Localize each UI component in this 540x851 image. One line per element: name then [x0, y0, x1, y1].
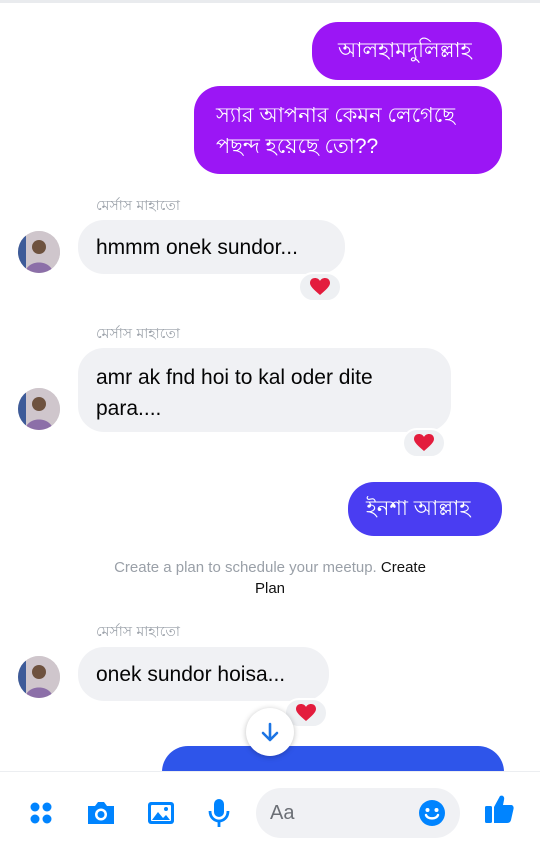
microphone-icon: [208, 799, 230, 827]
heart-icon: [296, 704, 316, 721]
avatar[interactable]: [18, 388, 60, 430]
message-incoming[interactable]: onek sundor hoisa...: [78, 647, 329, 701]
scroll-to-bottom-button[interactable]: [246, 708, 294, 756]
sender-name: মের্সাস মাহাতো: [96, 198, 180, 214]
arrow-down-icon: [261, 722, 279, 742]
message-text: ইনশা আল্লাহ: [366, 497, 471, 520]
image-icon: [148, 802, 174, 824]
camera-button[interactable]: [84, 796, 118, 830]
gallery-button[interactable]: [144, 796, 178, 830]
heart-icon: [414, 434, 434, 451]
message-text: স্যার আপনার কেমন লেগেছে: [216, 104, 455, 127]
camera-icon: [88, 802, 114, 824]
emoji-icon[interactable]: [418, 799, 446, 827]
message-text: onek sundor hoisa...: [96, 663, 286, 686]
composer-bar: [0, 771, 540, 851]
create-plan-link[interactable]: Plan: [0, 578, 540, 599]
message-outgoing[interactable]: ইনশা আল্লাহ: [348, 482, 502, 536]
reaction-badge[interactable]: [402, 428, 446, 458]
message-input[interactable]: [270, 800, 420, 826]
message-incoming[interactable]: amr ak fnd hoi to kal oder dite para....: [78, 348, 451, 432]
like-button[interactable]: [482, 792, 516, 826]
avatar[interactable]: [18, 656, 60, 698]
message-incoming[interactable]: hmmm onek sundor...: [78, 220, 345, 274]
message-text: পছন্দ হয়েছে তো??: [216, 135, 379, 158]
reaction-badge[interactable]: [298, 272, 342, 302]
sender-name: মের্সাস মাহাতো: [96, 326, 180, 342]
menu-icon: [30, 802, 52, 824]
voice-button[interactable]: [202, 796, 236, 830]
top-divider: [0, 0, 540, 3]
menu-button[interactable]: [24, 796, 58, 830]
message-text: hmmm onek sundor...: [96, 236, 298, 259]
plan-suggestion: Create a plan to schedule your meetup. C…: [0, 557, 540, 599]
create-plan-link[interactable]: Create: [381, 559, 426, 576]
message-text: para....: [96, 397, 162, 420]
like-icon: [485, 795, 514, 823]
message-text: আলহামদুলিল্লাহ: [338, 39, 472, 62]
message-text: amr ak fnd hoi to kal oder dite: [96, 366, 373, 389]
heart-icon: [310, 278, 330, 295]
message-input-wrapper[interactable]: [256, 788, 460, 838]
sender-name: মের্সাস মাহাতো: [96, 624, 180, 640]
message-outgoing[interactable]: স্যার আপনার কেমন লেগেছে পছন্দ হয়েছে তো?…: [194, 86, 502, 174]
avatar[interactable]: [18, 231, 60, 273]
plan-text: Create a plan to schedule your meetup.: [114, 559, 377, 576]
message-outgoing[interactable]: আলহামদুলিল্লাহ: [312, 22, 502, 80]
